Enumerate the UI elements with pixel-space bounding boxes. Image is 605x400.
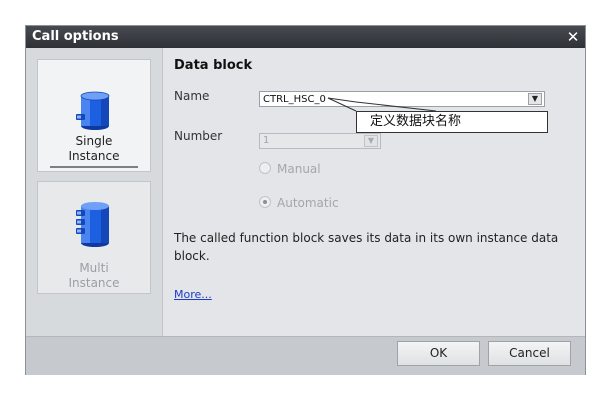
callout-pointer — [327, 97, 437, 112]
call-options-dialog: Call options ✕ Single Instance Multi Ins… — [26, 26, 585, 375]
annotation-callout: 定义数据块名称 — [356, 111, 548, 133]
